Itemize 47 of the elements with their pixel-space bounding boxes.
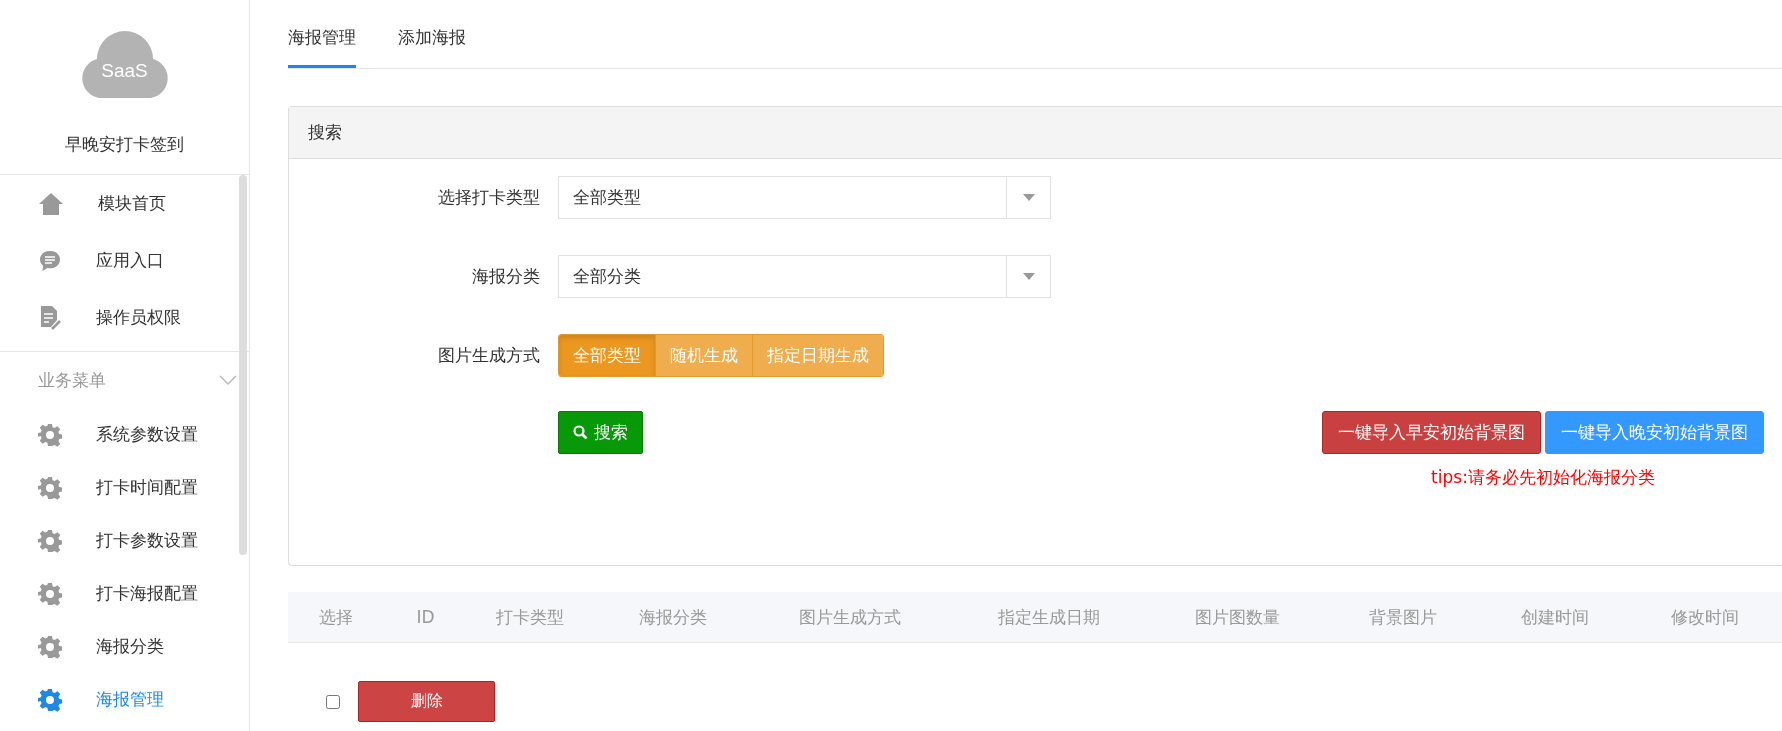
sidebar-item[interactable]: 操作员权限 xyxy=(0,289,249,346)
sidebar-item[interactable]: 打卡参数设置 xyxy=(0,514,249,567)
column-header: 海报分类 xyxy=(637,605,708,629)
gear-icon xyxy=(38,634,62,659)
column-header: 图片图数量 xyxy=(1193,605,1281,629)
field-label: 图片生成方式 xyxy=(437,344,541,367)
sidebar-item[interactable]: 应用入口 xyxy=(0,232,249,289)
select-all-checkbox[interactable] xyxy=(326,694,340,709)
scrollbar[interactable] xyxy=(239,175,247,555)
sidebar-item[interactable]: 打卡时间配置 xyxy=(0,461,249,514)
search-icon xyxy=(573,425,588,440)
select-field[interactable]: 全部分类 xyxy=(558,255,1051,298)
select-field[interactable]: 全部类型 xyxy=(558,176,1051,219)
gear-icon xyxy=(38,475,62,500)
sidebar-item[interactable]: 打卡海报配置 xyxy=(0,567,249,620)
column-header: 修改时间 xyxy=(1670,605,1740,629)
chevron-icon xyxy=(219,374,237,386)
gear-icon xyxy=(38,687,62,712)
dropdown-caret-icon xyxy=(1022,273,1035,280)
panel-title: 搜索 xyxy=(289,107,1782,159)
search-button[interactable]: 搜索 xyxy=(558,411,643,454)
gear-icon xyxy=(38,422,62,447)
home-icon xyxy=(38,191,64,216)
gear-icon xyxy=(38,581,62,606)
column-header: ID xyxy=(415,607,436,627)
column-header: 指定生成日期 xyxy=(997,605,1101,629)
app-name: 早晚安打卡签到 xyxy=(65,133,184,156)
import-button[interactable]: 一键导入早安初始背景图 xyxy=(1322,411,1541,454)
column-header: 创建时间 xyxy=(1520,605,1590,629)
tab[interactable]: 海报管理 xyxy=(288,26,356,68)
document-edit-icon xyxy=(38,304,62,331)
field-label: 海报分类 xyxy=(471,265,541,288)
chat-bubble-icon xyxy=(38,248,62,273)
sidebar-item[interactable]: 系统参数设置 xyxy=(0,408,249,461)
sidebar-item[interactable]: 海报管理 xyxy=(0,673,249,726)
tab[interactable]: 添加海报 xyxy=(398,26,466,68)
delete-button[interactable]: 删除 xyxy=(358,681,495,722)
column-header: 背景图片 xyxy=(1368,605,1438,629)
sidebar-item[interactable]: 模块首页 xyxy=(0,175,249,232)
field-label: 选择打卡类型 xyxy=(437,186,541,209)
dropdown-caret-icon xyxy=(1022,194,1035,201)
column-header: 图片生成方式 xyxy=(798,605,902,629)
column-header: 选择 xyxy=(318,605,354,629)
tips-text: tips:请务必先初始化海报分类 xyxy=(1431,466,1655,489)
sidebar-item[interactable]: 海报分类 xyxy=(0,620,249,673)
column-header: 打卡类型 xyxy=(495,605,565,629)
gear-icon xyxy=(38,528,62,553)
